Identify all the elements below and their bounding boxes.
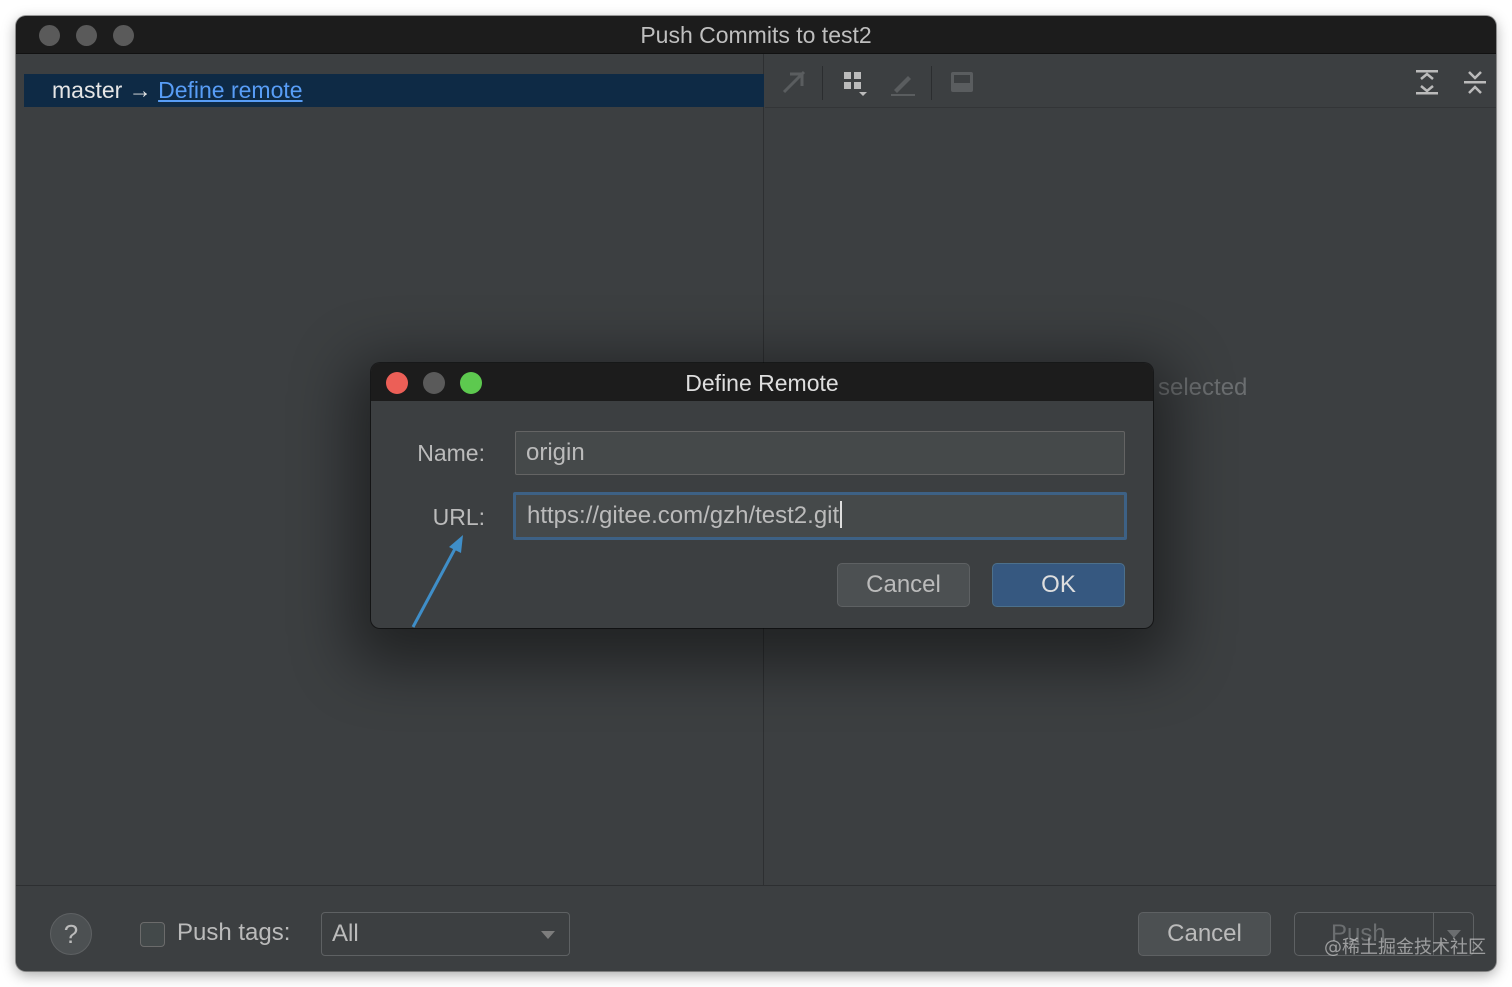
expand-all-icon[interactable] xyxy=(1412,67,1442,97)
help-button[interactable]: ? xyxy=(50,913,92,955)
define-remote-link[interactable]: Define remote xyxy=(158,77,302,103)
branch-name: master xyxy=(52,77,123,103)
bottom-bar: ? Push tags: All Cancel Push @稀土掘金技术社区 xyxy=(16,885,1496,971)
remote-url-input[interactable]: https://gitee.com/gzh/test2.git xyxy=(513,492,1127,540)
empty-selection-text: selected xyxy=(1158,374,1248,401)
dialog-cancel-button[interactable]: Cancel xyxy=(837,563,970,607)
remote-name-input[interactable]: origin xyxy=(515,431,1125,475)
chevron-down-icon xyxy=(541,931,555,939)
watermark: @稀土掘金技术社区 xyxy=(1324,937,1486,958)
push-tags-select-value: All xyxy=(332,920,359,947)
dialog-ok-button[interactable]: OK xyxy=(992,563,1125,607)
push-tags-select[interactable]: All xyxy=(321,912,570,956)
name-label: Name: xyxy=(417,440,485,466)
push-tags-checkbox[interactable] xyxy=(140,922,165,947)
show-diff-icon[interactable] xyxy=(947,67,977,97)
dialog-titlebar[interactable]: Define Remote xyxy=(371,363,1153,401)
push-tags-label: Push tags: xyxy=(177,919,291,946)
define-remote-dialog: Define Remote Name: origin URL: https://… xyxy=(371,363,1153,628)
branch-row[interactable]: master → Define remote xyxy=(24,74,764,107)
url-label: URL: xyxy=(432,504,485,530)
group-by-icon[interactable] xyxy=(839,67,869,97)
cancel-button[interactable]: Cancel xyxy=(1138,912,1271,956)
collapse-all-icon[interactable] xyxy=(1460,67,1490,97)
window-titlebar[interactable]: Push Commits to test2 xyxy=(16,16,1496,54)
remote-name-value: origin xyxy=(526,439,585,466)
window-title: Push Commits to test2 xyxy=(640,22,872,48)
expand-collapse-icon[interactable] xyxy=(779,67,809,97)
text-caret xyxy=(840,501,843,528)
remote-url-value: https://gitee.com/gzh/test2.git xyxy=(527,502,840,529)
changes-toolbar xyxy=(765,54,1496,108)
edit-source-icon[interactable] xyxy=(887,67,917,97)
dialog-title: Define Remote xyxy=(685,370,839,396)
arrow-right-icon: → xyxy=(128,77,152,103)
annotation-arrow-icon xyxy=(411,535,463,628)
